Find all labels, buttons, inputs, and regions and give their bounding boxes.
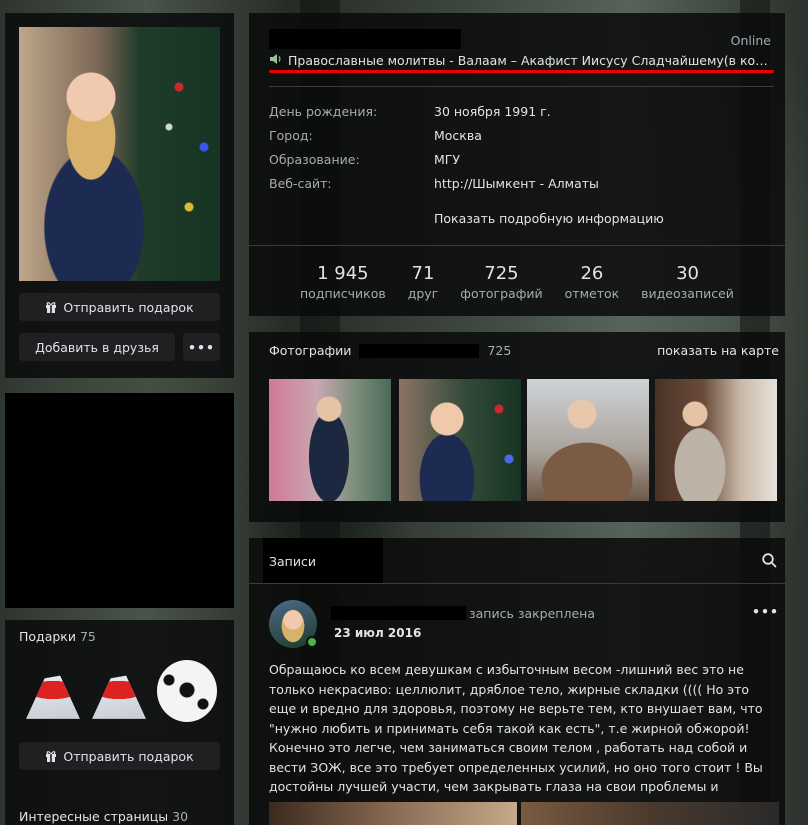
info-label: Образование: [269,152,360,167]
gift-item[interactable] [157,660,217,722]
online-status: Online [730,33,771,48]
divider [249,245,785,246]
counter-value: 26 [580,263,604,284]
post-more-button[interactable]: ••• [752,604,779,619]
info-row-website: Веб-сайт: http://Шымкент - Алматы [269,176,599,191]
post-text: Обращаюсь ко всем девушкам с избыточным … [269,662,763,814]
gift-icon [45,301,57,313]
gifts-title: Подарки [19,629,76,644]
speaker-icon [269,53,283,68]
counter-value: 71 [411,263,435,284]
info-value[interactable]: 30 ноября 1991 г. [434,104,551,119]
post-image[interactable] [521,802,779,825]
send-gift-label: Отправить подарок [63,748,194,764]
interesting-pages-header[interactable]: Интересные страницы 30 [19,809,188,824]
photos-header[interactable]: Фотографии 725 [269,343,511,358]
info-label: Город: [269,128,313,143]
counter-photos[interactable]: 725 фотографий [460,263,542,301]
interesting-pages-title: Интересные страницы [19,809,169,824]
counter-friends[interactable]: 71 друг [408,263,439,301]
redacted-text [359,343,480,358]
divider [269,86,774,87]
gifts-count: 75 [79,629,96,644]
counter-value: 1 945 [317,263,369,284]
photo-thumbnail[interactable] [269,379,391,501]
search-icon[interactable] [762,553,777,571]
profile-counters: 1 945 подписчиков 71 друг 725 фотографий 26… [249,263,785,301]
info-label: Веб-сайт: [269,176,332,191]
counter-label: видеозаписей [641,286,734,301]
counter-value: 30 [676,263,699,284]
photos-count: 725 [487,343,512,358]
photos-title: Фотографии [269,343,352,358]
counter-label: фотографий [460,286,543,301]
add-friend-button[interactable]: Добавить в друзья [19,333,175,361]
counter-value: 725 [484,263,519,284]
send-gift-button[interactable]: Отправить подарок [19,293,220,321]
info-value[interactable]: Москва [434,128,482,143]
photos-block: Фотографии 725 показать на карте [249,332,785,522]
gift-item[interactable] [26,660,80,719]
info-row-birthday: День рождения: 30 ноября 1991 г. [269,104,551,119]
profile-info-card: Online Православные молитвы - Валаам – А… [249,13,785,316]
info-row-education: Образование: МГУ [269,152,460,167]
status-text: Православные молитвы - Валаам – Акафист … [288,53,774,68]
more-actions-button[interactable]: ••• [183,333,220,361]
send-gift-button[interactable]: Отправить подарок [19,742,220,770]
profile-name-redacted [269,29,461,49]
counter-label: подписчиков [300,286,386,301]
photo-thumbnail[interactable] [399,379,521,501]
send-gift-label: Отправить подарок [63,299,194,315]
wall-post: запись закреплена 23 июл 2016 ••• Обраща… [249,583,785,825]
posts-header: Записи [249,538,785,583]
redacted-block [5,393,234,608]
counter-videos[interactable]: 30 видеозаписей [641,263,734,301]
show-more-info-link[interactable]: Показать подробную информацию [434,211,664,226]
gifts-block: Подарки 75 Отправить подарок [5,620,234,800]
info-value[interactable]: http://Шымкент - Алматы [434,176,599,191]
counter-followers[interactable]: 1 945 подписчиков [300,263,386,301]
counter-label: друг [407,286,439,301]
pinned-label: запись закреплена [469,606,595,621]
interesting-pages-block: Интересные страницы 30 [5,800,234,825]
online-indicator [306,636,318,648]
info-value[interactable]: МГУ [434,152,460,167]
show-on-map-link[interactable]: показать на карте [657,343,779,358]
posts-title[interactable]: Записи [269,554,316,569]
profile-avatar-photo[interactable] [19,27,220,281]
gift-icon [45,750,57,762]
counter-label: отметок [564,286,620,301]
post-date[interactable]: 23 июл 2016 [334,626,421,640]
profile-status[interactable]: Православные молитвы - Валаам – Акафист … [269,53,774,68]
profile-avatar-card: Отправить подарок Добавить в друзья ••• [5,13,234,378]
photo-thumbnail[interactable] [655,379,777,501]
info-label: День рождения: [269,104,378,119]
info-row-city: Город: Москва [269,128,482,143]
status-underline [269,70,774,73]
interesting-pages-count: 30 [172,809,189,824]
counter-tags[interactable]: 26 отметок [565,263,620,301]
gift-item[interactable] [92,660,146,719]
post-image[interactable] [269,802,517,825]
gifts-header[interactable]: Подарки 75 [19,629,96,644]
photo-thumbnail[interactable] [527,379,649,501]
post-author-redacted [331,606,466,620]
